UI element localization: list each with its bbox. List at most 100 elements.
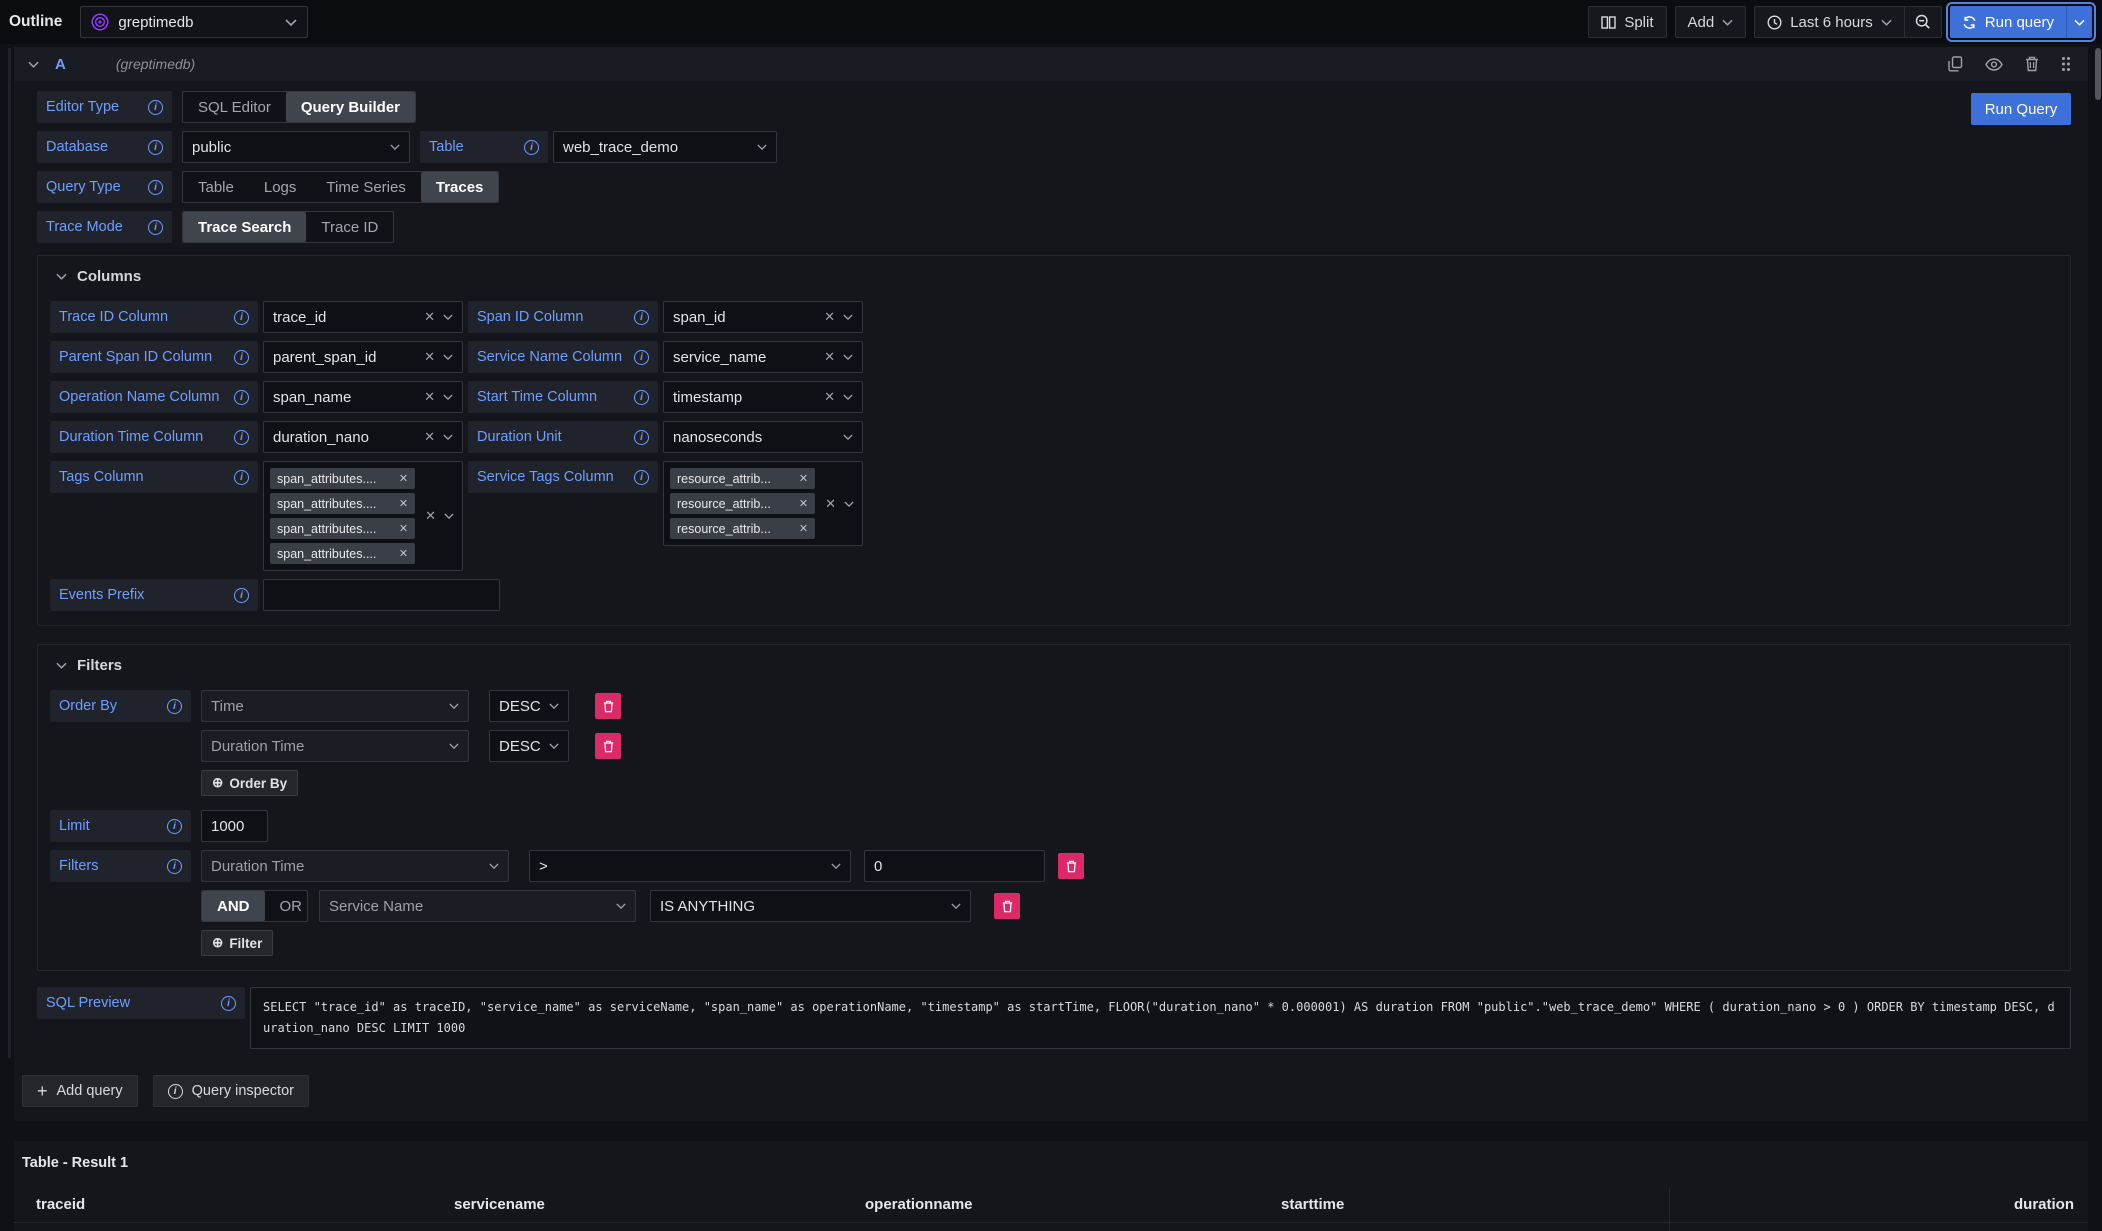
info-icon[interactable]: i	[634, 310, 649, 325]
query-type-option-logs[interactable]: Logs	[249, 172, 312, 202]
col-header-operationname[interactable]: operationname	[843, 1196, 1259, 1213]
remove-chip-icon[interactable]: ✕	[399, 522, 408, 535]
remove-chip-icon[interactable]: ✕	[399, 472, 408, 485]
info-icon[interactable]: i	[221, 996, 236, 1011]
query-inspector-button[interactable]: i Query inspector	[153, 1075, 309, 1107]
scrollbar-thumb[interactable]	[2095, 48, 2101, 100]
add-order-by-button[interactable]: ⊕ Order By	[201, 770, 298, 796]
drag-handle-grip-icon[interactable]	[2061, 56, 2071, 72]
filter-value-input[interactable]	[864, 850, 1045, 882]
filters-section-header[interactable]: Filters	[56, 657, 2058, 674]
database-select[interactable]: public	[182, 131, 410, 163]
info-icon[interactable]: i	[148, 180, 163, 195]
info-icon[interactable]: i	[634, 390, 649, 405]
filter-field-select[interactable]: Duration Time	[201, 850, 509, 882]
run-query-button[interactable]: Run query	[1950, 6, 2066, 38]
remove-chip-icon[interactable]: ✕	[399, 547, 408, 560]
remove-order-by-button[interactable]	[595, 693, 621, 719]
span-id-column-select[interactable]: span_id ✕	[663, 301, 863, 333]
info-icon[interactable]: i	[234, 310, 249, 325]
filter-operator-select-2[interactable]: IS ANYTHING	[650, 890, 971, 922]
add-button[interactable]: Add	[1675, 6, 1747, 38]
columns-section-header[interactable]: Columns	[56, 268, 2058, 285]
remove-chip-icon[interactable]: ✕	[799, 472, 808, 485]
col-header-duration[interactable]: duration	[1669, 1187, 2088, 1222]
duration-unit-select[interactable]: nanoseconds	[663, 421, 863, 453]
datasource-picker[interactable]: greptimedb	[80, 6, 308, 38]
info-icon[interactable]: i	[148, 140, 163, 155]
remove-filter-button-2[interactable]	[994, 893, 1020, 919]
clear-all-icon[interactable]: ✕	[825, 496, 836, 512]
query-type-option-traces[interactable]: Traces	[421, 172, 499, 202]
order-by-field-select[interactable]: Time	[201, 690, 469, 722]
collapse-chevron-icon[interactable]	[28, 61, 39, 68]
query-type-option-time-series[interactable]: Time Series	[311, 172, 420, 202]
filter-operator-select[interactable]: >	[529, 850, 851, 882]
clear-icon[interactable]: ✕	[424, 389, 435, 405]
info-icon[interactable]: i	[148, 220, 163, 235]
query-type-option-table[interactable]: Table	[183, 172, 249, 202]
filter-logic-or[interactable]: OR	[265, 891, 309, 921]
col-header-servicename[interactable]: servicename	[432, 1196, 843, 1213]
events-prefix-input[interactable]	[263, 579, 500, 611]
filter-field-select-2[interactable]: Service Name	[319, 890, 636, 922]
split-button[interactable]: Split	[1588, 6, 1666, 38]
info-icon[interactable]: i	[148, 100, 163, 115]
remove-order-by-button-2[interactable]	[595, 733, 621, 759]
filter-logic-and[interactable]: AND	[202, 891, 265, 921]
info-icon[interactable]: i	[234, 470, 249, 485]
info-icon[interactable]: i	[167, 859, 182, 874]
start-time-column-select[interactable]: timestamp ✕	[663, 381, 863, 413]
trace-id-column-select[interactable]: trace_id ✕	[263, 301, 463, 333]
remove-chip-icon[interactable]: ✕	[799, 497, 808, 510]
remove-chip-icon[interactable]: ✕	[799, 522, 808, 535]
run-query-options-caret[interactable]	[2066, 6, 2092, 38]
order-by-direction-select[interactable]: DESC	[489, 690, 569, 722]
limit-input[interactable]	[201, 810, 268, 842]
parent-span-id-column-select[interactable]: parent_span_id ✕	[263, 341, 463, 373]
tags-column-multiselect[interactable]: span_attributes....✕ span_attributes....…	[263, 461, 463, 571]
run-query-panel-button[interactable]: Run Query	[1971, 93, 2071, 125]
add-query-button[interactable]: + Add query	[22, 1075, 138, 1107]
col-header-starttime[interactable]: starttime	[1259, 1196, 1669, 1213]
query-ref-id[interactable]: A	[55, 56, 66, 73]
clear-icon[interactable]: ✕	[824, 309, 835, 325]
info-icon[interactable]: i	[234, 588, 249, 603]
info-icon[interactable]: i	[167, 699, 182, 714]
info-icon[interactable]: i	[634, 350, 649, 365]
clear-icon[interactable]: ✕	[424, 309, 435, 325]
clear-icon[interactable]: ✕	[824, 389, 835, 405]
info-icon[interactable]: i	[634, 430, 649, 445]
service-name-column-select[interactable]: service_name ✕	[663, 341, 863, 373]
info-icon[interactable]: i	[524, 140, 539, 155]
clear-all-icon[interactable]: ✕	[425, 508, 436, 524]
editor-type-option-query-builder[interactable]: Query Builder	[286, 92, 415, 122]
clear-icon[interactable]: ✕	[424, 429, 435, 445]
duration-time-column-select[interactable]: duration_nano ✕	[263, 421, 463, 453]
zoom-out-time-button[interactable]	[1905, 6, 1942, 38]
clear-icon[interactable]: ✕	[824, 349, 835, 365]
duplicate-query-icon[interactable]	[1948, 56, 1963, 72]
add-filter-button[interactable]: ⊕ Filter	[201, 930, 273, 956]
remove-chip-icon[interactable]: ✕	[399, 497, 408, 510]
editor-type-option-sql-editor[interactable]: SQL Editor	[183, 92, 286, 122]
time-range-picker[interactable]: Last 6 hours	[1754, 6, 1905, 38]
info-icon[interactable]: i	[634, 470, 649, 485]
info-icon[interactable]: i	[167, 819, 182, 834]
col-header-traceid[interactable]: traceid	[14, 1196, 432, 1213]
service-tags-column-multiselect[interactable]: resource_attrib...✕ resource_attrib...✕ …	[663, 461, 863, 546]
hide-response-eye-icon[interactable]	[1985, 58, 2003, 71]
remove-filter-button[interactable]	[1058, 853, 1084, 879]
order-by-direction-select-2[interactable]: DESC	[489, 730, 569, 762]
info-icon[interactable]: i	[234, 430, 249, 445]
outline-toggle[interactable]: Outline	[5, 7, 66, 37]
order-by-field-select-2[interactable]: Duration Time	[201, 730, 469, 762]
trace-mode-option-trace-id[interactable]: Trace ID	[306, 212, 393, 242]
info-icon[interactable]: i	[234, 350, 249, 365]
table-select[interactable]: web_trace_demo	[553, 131, 777, 163]
operation-name-column-select[interactable]: span_name ✕	[263, 381, 463, 413]
trace-mode-option-trace-search[interactable]: Trace Search	[183, 212, 306, 242]
info-icon[interactable]: i	[234, 390, 249, 405]
remove-query-trash-icon[interactable]	[2025, 56, 2039, 72]
clear-icon[interactable]: ✕	[424, 349, 435, 365]
